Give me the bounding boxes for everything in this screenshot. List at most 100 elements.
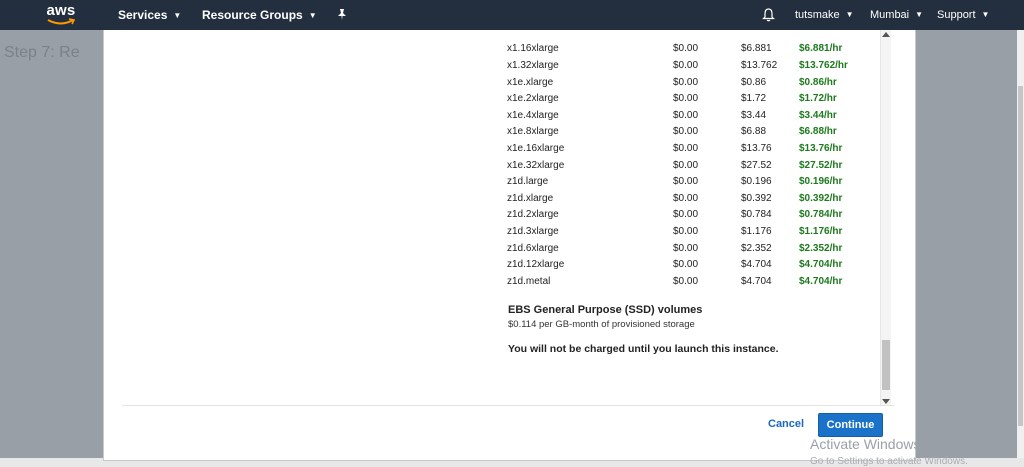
pricing-modal: x1.16xlarge $0.00 $6.881 $6.881/hr x1.32xlar… — [103, 30, 916, 461]
chevron-down-icon: ▼ — [845, 10, 854, 20]
instance-type-cell: z1d.xlarge — [507, 192, 554, 204]
page-scrollbar-thumb[interactable] — [1018, 86, 1023, 426]
modal-scrollbar-thumb[interactable] — [882, 340, 890, 390]
instance-type-cell: x1e.16xlarge — [507, 142, 565, 154]
cost-cell: $27.52 — [741, 159, 772, 171]
cost-cell: $6.881 — [741, 43, 772, 55]
on-demand-cell: $0.00 — [673, 76, 699, 88]
ebs-title: EBS General Purpose (SSD) volumes — [508, 304, 703, 316]
modal-scrollbar[interactable] — [880, 30, 891, 406]
on-demand-cell: $0.00 — [673, 142, 699, 154]
cost-cell: $3.44 — [741, 109, 767, 121]
on-demand-cell: $0.00 — [673, 192, 699, 204]
background-overlay-left: Step 7: Re — [0, 30, 103, 467]
cost-cell: $6.88 — [741, 126, 767, 138]
support-menu[interactable]: Support ▼ — [937, 0, 989, 30]
bell-icon[interactable] — [762, 8, 775, 22]
background-overlay-right — [914, 30, 1024, 467]
on-demand-cell: $0.00 — [673, 225, 699, 237]
table-row: z1d.3xlarge $0.00 $1.176 $1.176/hr — [505, 223, 859, 240]
instance-type-cell: x1e.32xlarge — [507, 159, 565, 171]
instance-type-cell: x1e.xlarge — [507, 76, 554, 88]
cost-cell: $13.762 — [741, 59, 778, 71]
hourly-rate-cell: $1.176/hr — [799, 225, 843, 237]
hourly-rate-cell: $0.392/hr — [799, 192, 843, 204]
cost-cell: $4.704 — [741, 259, 772, 271]
on-demand-cell: $0.00 — [673, 109, 699, 121]
ebs-description: $0.114 per GB-month of provisioned stora… — [508, 319, 695, 330]
hourly-rate-cell: $0.196/hr — [799, 176, 843, 188]
table-row: x1e.16xlarge $0.00 $13.76 $13.76/hr — [505, 140, 859, 157]
table-row: z1d.2xlarge $0.00 $0.784 $0.784/hr — [505, 207, 859, 224]
chevron-down-icon: ▼ — [173, 10, 182, 20]
support-label: Support — [937, 9, 976, 21]
modal-footer-divider — [122, 405, 894, 406]
region-label: Mumbai — [870, 9, 910, 21]
on-demand-cell: $0.00 — [673, 176, 699, 188]
instance-type-cell: z1d.2xlarge — [507, 209, 559, 221]
hourly-rate-cell: $6.881/hr — [799, 43, 843, 55]
on-demand-cell: $0.00 — [673, 126, 699, 138]
table-row: x1.16xlarge $0.00 $6.881 $6.881/hr — [505, 41, 859, 58]
on-demand-cell: $0.00 — [673, 209, 699, 221]
aws-logo[interactable]: aws — [44, 2, 78, 28]
table-row: z1d.12xlarge $0.00 $4.704 $4.704/hr — [505, 256, 859, 273]
on-demand-cell: $0.00 — [673, 259, 699, 271]
instance-type-cell: z1d.12xlarge — [507, 259, 565, 271]
table-row: x1e.8xlarge $0.00 $6.88 $6.88/hr — [505, 124, 859, 141]
cost-cell: $13.76 — [741, 142, 772, 154]
cost-cell: $1.72 — [741, 93, 767, 105]
hourly-rate-cell: $27.52/hr — [799, 159, 843, 171]
hourly-rate-cell: $1.72/hr — [799, 93, 837, 105]
charge-notice: You will not be charged until you launch… — [508, 343, 779, 355]
instance-type-cell: z1d.large — [507, 176, 549, 188]
cost-cell: $1.176 — [741, 225, 772, 237]
table-row: x1e.2xlarge $0.00 $1.72 $1.72/hr — [505, 90, 859, 107]
resource-groups-menu[interactable]: Resource Groups ▼ — [202, 0, 317, 30]
table-row: x1e.xlarge $0.00 $0.86 $0.86/hr — [505, 74, 859, 91]
cost-cell: $0.784 — [741, 209, 772, 221]
hourly-rate-cell: $3.44/hr — [799, 109, 837, 121]
table-row: z1d.large $0.00 $0.196 $0.196/hr — [505, 173, 859, 190]
cost-cell: $4.704 — [741, 275, 772, 287]
activate-windows-watermark: Activate Windows — [810, 436, 921, 452]
on-demand-cell: $0.00 — [673, 159, 699, 171]
chevron-down-icon: ▼ — [308, 10, 317, 20]
cancel-button[interactable]: Cancel — [768, 413, 804, 435]
hourly-rate-cell: $4.704/hr — [799, 259, 843, 271]
aws-logo-text: aws — [46, 2, 76, 19]
instance-type-cell: x1.16xlarge — [507, 43, 559, 55]
on-demand-cell: $0.00 — [673, 59, 699, 71]
table-row: x1e.32xlarge $0.00 $27.52 $27.52/hr — [505, 157, 859, 174]
hourly-rate-cell: $13.762/hr — [799, 59, 848, 71]
instance-type-cell: x1e.8xlarge — [507, 126, 559, 138]
pin-icon[interactable] — [336, 8, 348, 21]
instance-type-cell: x1e.4xlarge — [507, 109, 559, 121]
top-nav: aws Services ▼ Resource Groups ▼ tutsmake ▼… — [0, 0, 1024, 30]
aws-smile-icon — [47, 18, 75, 25]
hourly-rate-cell: $2.352/hr — [799, 242, 843, 254]
hourly-rate-cell: $4.704/hr — [799, 275, 843, 287]
scroll-down-icon[interactable] — [882, 399, 890, 404]
resource-groups-label: Resource Groups — [202, 8, 303, 22]
instance-type-cell: x1.32xlarge — [507, 59, 559, 71]
table-row: z1d.metal $0.00 $4.704 $4.704/hr — [505, 273, 859, 290]
activate-windows-subtext: Go to Settings to activate Windows. — [810, 456, 968, 467]
cost-cell: $0.196 — [741, 176, 772, 188]
user-menu[interactable]: tutsmake ▼ — [795, 0, 854, 30]
hourly-rate-cell: $0.784/hr — [799, 209, 843, 221]
chevron-down-icon: ▼ — [915, 10, 924, 20]
services-menu[interactable]: Services ▼ — [118, 0, 181, 30]
region-menu[interactable]: Mumbai ▼ — [870, 0, 923, 30]
scroll-up-icon[interactable] — [882, 32, 890, 37]
cost-cell: $0.392 — [741, 192, 772, 204]
instance-type-cell: z1d.6xlarge — [507, 242, 559, 254]
instance-type-cell: z1d.metal — [507, 275, 551, 287]
table-row: z1d.xlarge $0.00 $0.392 $0.392/hr — [505, 190, 859, 207]
user-label: tutsmake — [795, 9, 840, 21]
on-demand-cell: $0.00 — [673, 93, 699, 105]
continue-button[interactable]: Continue — [818, 413, 883, 437]
pricing-scroll-area[interactable]: x1.16xlarge $0.00 $6.881 $6.881/hr x1.32xlar… — [104, 30, 894, 406]
on-demand-cell: $0.00 — [673, 43, 699, 55]
chevron-down-icon: ▼ — [981, 10, 990, 20]
